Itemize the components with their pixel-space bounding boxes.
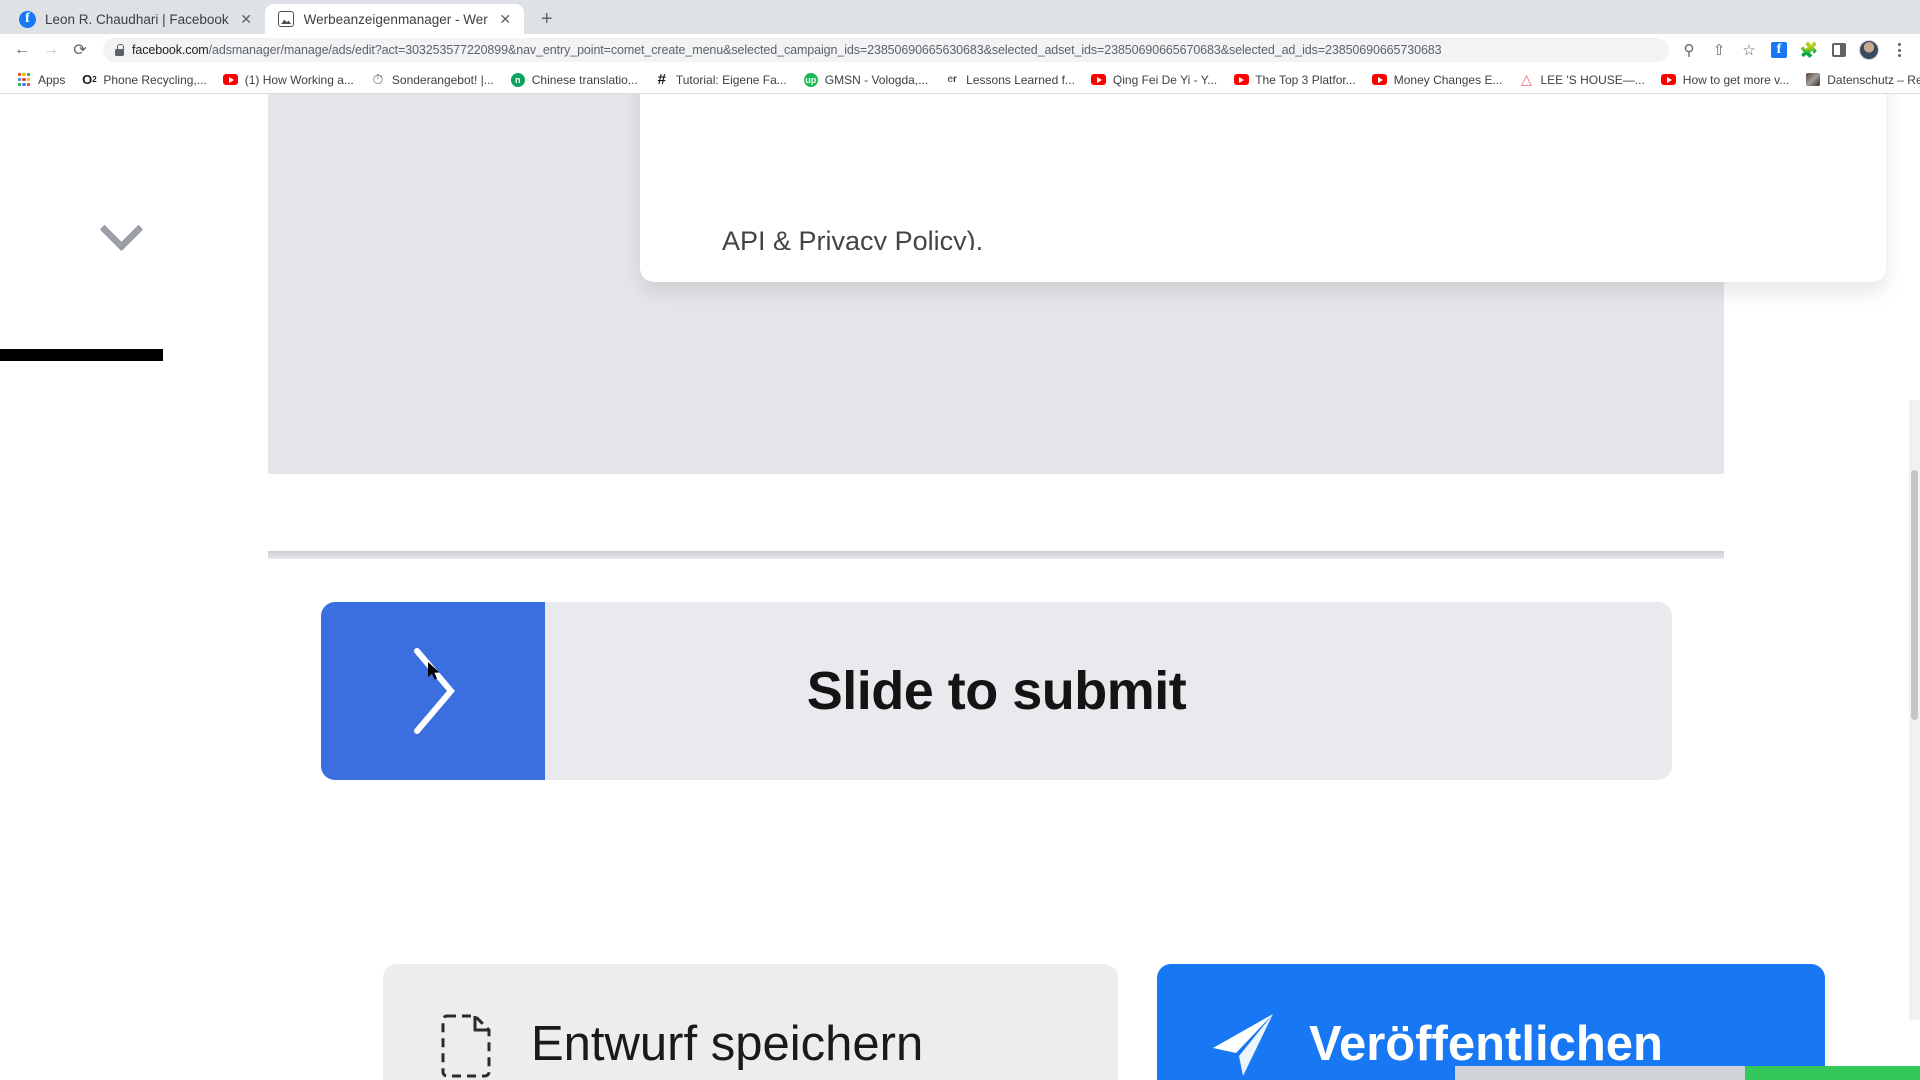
preview-canvas: API & Privacy Policy). [268,94,1886,474]
youtube-icon [1233,72,1249,88]
bookmark-how-working[interactable]: (1) How Working a... [215,70,362,90]
hash-icon: # [657,71,666,88]
green-circle-icon: n [510,72,526,88]
back-icon[interactable]: ← [8,36,36,64]
policy-text: API & Privacy Policy). [722,228,983,250]
reload-icon[interactable]: ⟳ [66,36,94,64]
photo-icon [1805,72,1821,88]
bookmark-label: Tutorial: Eigene Fa... [675,72,787,87]
preview-card: API & Privacy Policy). [640,94,1886,282]
facebook-extension-icon[interactable]: f [1766,37,1792,63]
ads-manager-icon [278,11,295,28]
er-text-icon: er [947,74,957,85]
bookmark-label: (1) How Working a... [244,72,354,87]
zoom-search-icon[interactable]: ⚲ [1676,37,1702,63]
scrollbar-thumb[interactable] [1911,470,1918,720]
left-rail [0,94,268,1080]
bookmark-label: Lessons Learned f... [966,72,1075,87]
youtube-icon [1661,72,1677,88]
bookmark-apps[interactable]: Apps [8,70,73,90]
url-text: facebook.com/adsmanager/manage/ads/edit?… [132,43,1442,57]
up-green-icon: up [803,72,818,87]
close-icon[interactable]: ✕ [497,11,514,28]
slide-to-submit-widget[interactable]: Slide to submit [321,602,1672,780]
tab-facebook[interactable]: f Leon R. Chaudhari | Facebook ✕ [6,4,265,34]
publish-button[interactable]: Veröffentlichen [1157,964,1825,1080]
bookmark-top-3-platform[interactable]: The Top 3 Platfor... [1225,70,1364,90]
chrome-menu-icon[interactable] [1886,37,1912,63]
share-icon[interactable]: ⇧ [1706,37,1732,63]
bookmark-label: Apps [38,72,66,87]
privacy-link[interactable]: Privacy [799,228,888,250]
bookmark-label: Qing Fei De Yi - Y... [1112,72,1218,87]
document-draft-icon [441,1014,491,1078]
lock-icon [115,44,124,56]
canvas-bottom-edge [268,551,1724,559]
bookmark-label: Datenschutz – Re... [1827,72,1920,87]
forward-icon[interactable]: → [37,36,65,64]
bookmark-chinese-translation[interactable]: n Chinese translatio... [502,70,646,90]
browser-toolbar: ← → ⟳ facebook.com/adsmanager/manage/ads… [0,34,1920,66]
side-panel-icon[interactable] [1826,37,1852,63]
youtube-icon [223,72,239,88]
bookmark-datenschutz[interactable]: Datenschutz – Re... [1797,70,1920,90]
tab-werbeanzeigenmanager[interactable]: Werbeanzeigenmanager - Wer ✕ [264,4,524,34]
tab-strip: f Leon R. Chaudhari | Facebook ✕ Werbean… [0,0,1920,34]
bookmark-label: LEE 'S HOUSE—... [1540,72,1645,87]
policy-link[interactable]: Policy [895,228,967,250]
bookmark-lessons-learned[interactable]: er Lessons Learned f... [936,70,1083,90]
bookmark-how-to-get-more-views[interactable]: How to get more v... [1653,70,1797,90]
airbnb-icon: △ [1521,71,1532,87]
url-host: facebook.com [132,43,209,57]
vertical-scrollbar[interactable] [1909,400,1920,1020]
bookmark-qing-fei-de-yi[interactable]: Qing Fei De Yi - Y... [1083,70,1225,90]
bottom-strip-green [1745,1066,1920,1080]
o2-icon: O2 [82,72,97,87]
action-button-row: Entwurf speichern Veröffentlichen [0,964,1920,1080]
save-draft-button[interactable]: Entwurf speichern [383,964,1118,1080]
bookmark-gmsn-vologda[interactable]: up GMSN - Vologda,... [795,70,936,90]
bookmark-phone-recycling[interactable]: O2 Phone Recycling,... [73,70,214,90]
profile-avatar-icon[interactable] [1856,37,1882,63]
toolbar-icon-group: ⚲ ⇧ ☆ f 🧩 [1676,37,1912,63]
chevron-down-icon[interactable] [104,212,146,238]
bookmark-label: GMSN - Vologda,... [824,72,929,87]
url-path: /adsmanager/manage/ads/edit?act=30325357… [208,43,1442,57]
publish-label: Veröffentlichen [1309,1017,1663,1071]
address-bar[interactable]: facebook.com/adsmanager/manage/ads/edit?… [103,38,1669,62]
facebook-icon: f [19,10,36,28]
black-divider-bar [0,349,163,361]
slider-handle[interactable] [321,602,545,780]
tab-title: Werbeanzeigenmanager - Wer [303,11,488,27]
bookmarks-bar: Apps O2 Phone Recycling,... (1) How Work… [0,66,1920,94]
extensions-puzzle-icon[interactable]: 🧩 [1796,37,1822,63]
bookmark-sonderangebot[interactable]: ⏱ Sonderangebot! |... [362,70,502,90]
page-content: API & Privacy Policy). Slide to submit E… [0,94,1920,1080]
bookmark-label: Sonderangebot! |... [391,72,494,87]
youtube-icon [1372,72,1388,88]
new-tab-button[interactable]: + [532,4,562,34]
bookmark-label: Money Changes E... [1393,72,1503,87]
bookmark-lees-house[interactable]: △ LEE 'S HOUSE—... [1510,70,1652,90]
bookmark-money-changes[interactable]: Money Changes E... [1364,70,1511,90]
save-draft-label: Entwurf speichern [531,1017,924,1071]
bookmark-tutorial-eigene[interactable]: # Tutorial: Eigene Fa... [646,70,795,90]
tab-title: Leon R. Chaudhari | Facebook [45,11,229,27]
clock-icon: ⏱ [372,71,384,87]
bookmark-label: The Top 3 Platfor... [1255,72,1356,87]
browser-window: f Leon R. Chaudhari | Facebook ✕ Werbean… [0,0,1920,1080]
bookmark-star-icon[interactable]: ☆ [1736,37,1762,63]
close-icon[interactable]: ✕ [238,11,255,28]
paper-plane-icon [1213,1014,1273,1076]
bookmark-label: Phone Recycling,... [103,72,207,87]
youtube-icon [1091,72,1107,88]
bottom-strip-grey [1455,1066,1745,1080]
slide-to-submit-label: Slide to submit [806,661,1187,721]
apps-grid-icon [16,72,32,88]
chevron-right-icon [414,648,455,734]
bookmark-label: Chinese translatio... [531,72,638,87]
bookmark-label: How to get more v... [1682,72,1790,87]
